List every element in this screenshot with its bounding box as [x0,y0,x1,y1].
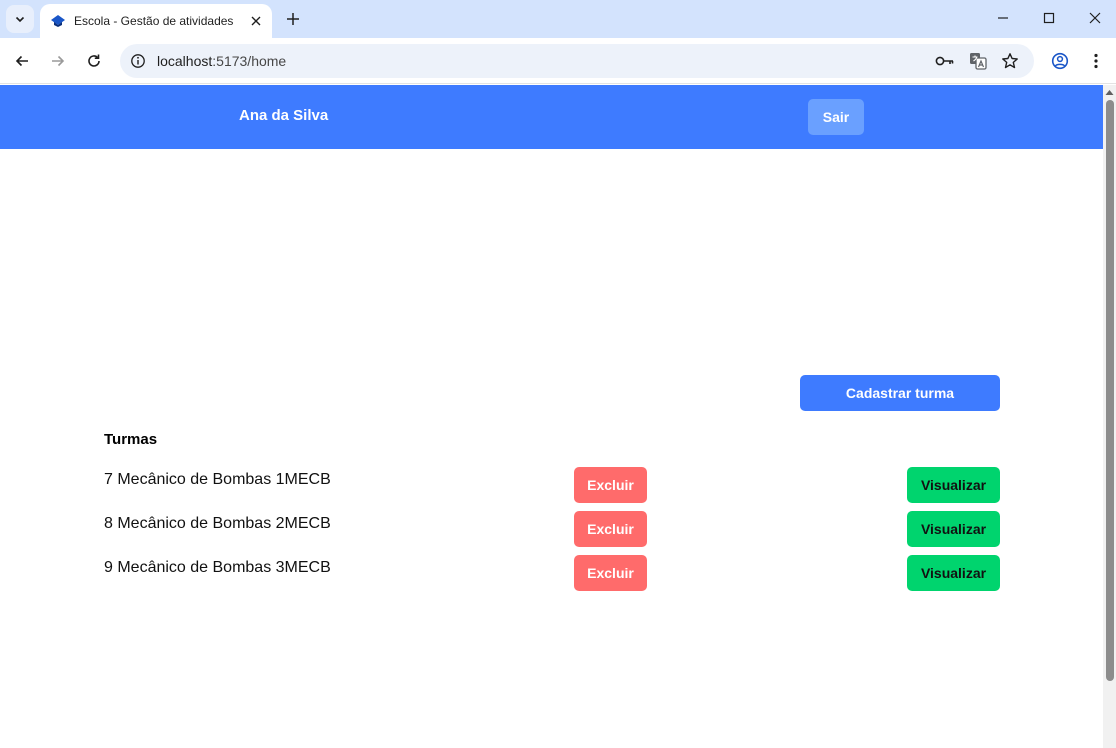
tab-search-button[interactable] [6,5,34,33]
page-scrollbar[interactable] [1103,85,1116,748]
view-class-button[interactable]: Visualizar [907,467,1000,503]
star-icon[interactable] [997,48,1023,74]
profile-icon [1051,52,1069,70]
url-host: localhost [157,53,213,69]
key-icon[interactable] [932,48,958,74]
app-header: Ana da Silva Sair [0,85,1103,149]
window-close-button[interactable] [1072,0,1116,36]
scroll-up-icon[interactable] [1105,88,1114,97]
favicon-icon [50,13,66,29]
view-class-button[interactable]: Visualizar [907,511,1000,547]
minimize-button[interactable] [980,0,1026,36]
url-path: :5173/home [212,53,287,69]
browser-toolbar: localhost:5173/home [0,38,1116,84]
profile-button[interactable] [1046,47,1074,75]
delete-class-button[interactable]: Excluir [574,511,647,547]
back-button[interactable] [8,47,36,75]
reload-icon [88,54,100,67]
user-name: Ana da Silva [239,107,329,124]
close-icon[interactable] [244,9,268,33]
class-row: 8 Mecânico de Bombas 2MECB Excluir Visua… [104,511,1000,547]
class-name: 7 Mecânico de Bombas 1MECB [104,471,331,488]
class-name: 8 Mecânico de Bombas 2MECB [104,515,331,532]
tab-title: Escola - Gestão de atividades [74,14,234,28]
plus-icon [287,13,299,25]
delete-class-button[interactable]: Excluir [574,555,647,591]
window-close-icon [1089,12,1101,24]
browser-tab-bar: Escola - Gestão de atividades [0,0,1116,38]
logout-button[interactable]: Sair [808,99,864,135]
back-icon [15,55,28,67]
delete-class-button[interactable]: Excluir [574,467,647,503]
menu-icon [1094,53,1098,69]
address-bar[interactable]: localhost:5173/home [120,44,1034,78]
class-row: 7 Mecânico de Bombas 1MECB Excluir Visua… [104,467,1000,503]
class-name: 9 Mecânico de Bombas 3MECB [104,559,331,576]
maximize-button[interactable] [1026,0,1072,36]
page-viewport: Ana da Silva Sair Cadastrar turma Turmas… [0,85,1103,748]
menu-button[interactable] [1082,47,1110,75]
translate-icon[interactable] [965,48,991,74]
new-tab-button[interactable] [280,6,306,32]
reload-button[interactable] [80,47,108,75]
url-text: localhost:5173/home [157,53,286,69]
chevron-down-icon [15,16,25,23]
site-info-icon[interactable] [124,47,152,75]
register-class-button[interactable]: Cadastrar turma [800,375,1000,411]
forward-button[interactable] [44,47,72,75]
view-class-button[interactable]: Visualizar [907,555,1000,591]
classes-heading: Turmas [104,431,158,448]
scrollbar-thumb[interactable] [1106,100,1114,681]
minimize-icon [998,17,1008,19]
class-row: 9 Mecânico de Bombas 3MECB Excluir Visua… [104,555,1000,591]
maximize-icon [1043,12,1055,24]
browser-tab[interactable]: Escola - Gestão de atividades [40,4,272,38]
forward-icon [52,55,65,67]
